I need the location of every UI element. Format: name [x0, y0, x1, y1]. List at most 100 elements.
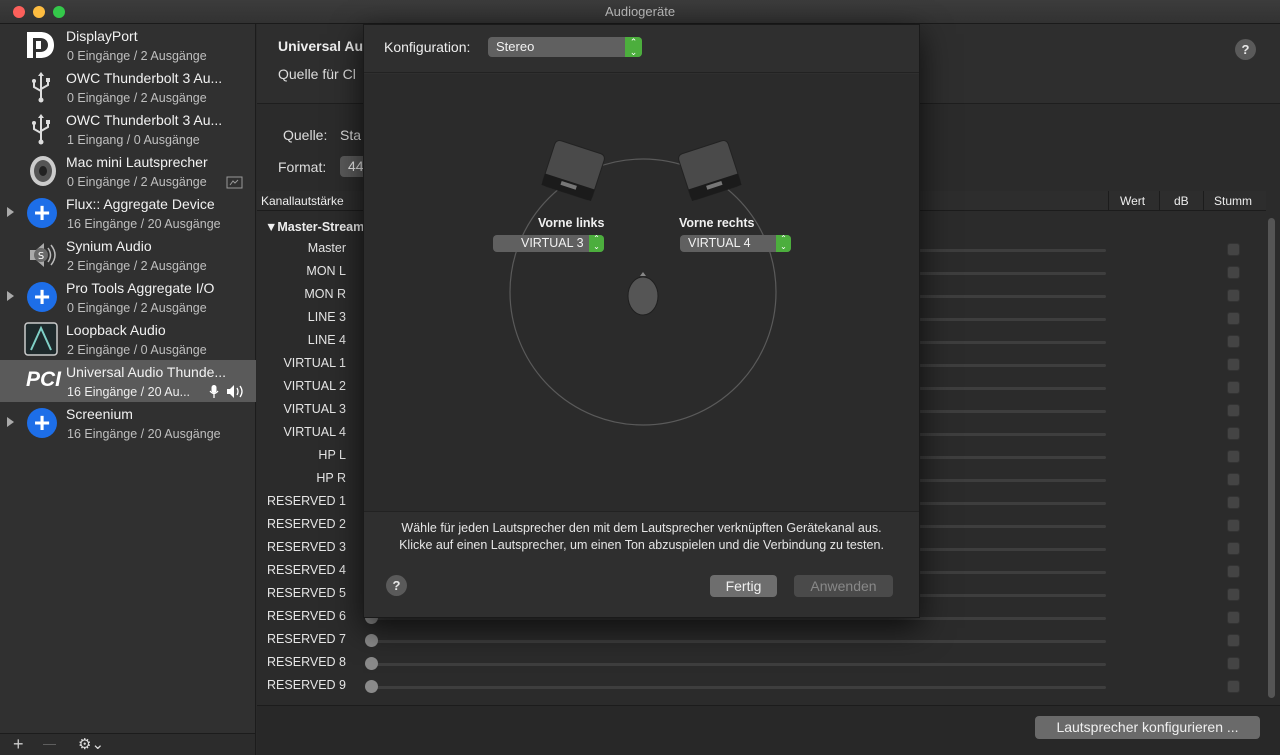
channel-label: VIRTUAL 2: [283, 379, 346, 393]
configuration-label: Konfiguration:: [384, 39, 471, 55]
usb-icon: [24, 112, 58, 146]
device-item-mac-mini-speaker[interactable]: Mac mini Lautsprecher 0 Eingänge / 2 Aus…: [0, 150, 256, 192]
instructions-line-2: Klicke auf einen Lautsprecher, um einen …: [399, 538, 884, 552]
select-arrows-icon: ⌃ ⌄: [589, 235, 604, 252]
close-window-button[interactable]: [13, 6, 25, 18]
disclosure-triangle-icon[interactable]: [7, 291, 14, 301]
channel-label: RESERVED 4: [267, 563, 346, 577]
mute-checkbox[interactable]: [1227, 542, 1240, 555]
channel-label: RESERVED 9: [267, 678, 346, 692]
front-right-channel-select[interactable]: VIRTUAL 4 ⌃ ⌄: [680, 235, 791, 252]
speaker-icon: [24, 154, 58, 188]
mute-checkbox[interactable]: [1227, 450, 1240, 463]
mute-checkbox[interactable]: [1227, 634, 1240, 647]
instructions-line-1: Wähle für jeden Lautsprecher den mit dem…: [401, 521, 882, 535]
device-io-count: 16 Eingänge / 20 Ausgänge: [67, 217, 221, 231]
pci-icon: PCI: [26, 368, 62, 391]
mute-checkbox[interactable]: [1227, 427, 1240, 440]
mute-checkbox[interactable]: [1227, 473, 1240, 486]
channel-label: RESERVED 5: [267, 586, 346, 600]
volume-slider-track[interactable]: [372, 686, 1106, 689]
device-name: Synium Audio: [66, 238, 152, 254]
mute-checkbox[interactable]: [1227, 243, 1240, 256]
front-left-channel-value: VIRTUAL 3: [521, 236, 584, 250]
select-arrows-icon: ⌃ ⌄: [625, 37, 642, 57]
front-left-speaker-icon: [541, 140, 605, 201]
device-item-synium-audio[interactable]: S Synium Audio 2 Eingänge / 2 Ausgänge: [0, 234, 256, 276]
channel-label: VIRTUAL 1: [283, 356, 346, 370]
device-item-displayport[interactable]: DisplayPort 0 Eingänge / 2 Ausgänge: [0, 24, 256, 66]
device-name: OWC Thunderbolt 3 Au...: [66, 70, 223, 86]
bottom-bar: Lautsprecher konfigurieren ...: [257, 705, 1280, 755]
remove-device-button[interactable]: —: [43, 736, 56, 751]
volume-slider-track[interactable]: [372, 640, 1106, 643]
volume-slider-knob[interactable]: [365, 634, 378, 647]
device-io-count: 2 Eingänge / 0 Ausgänge: [67, 343, 207, 357]
mute-checkbox[interactable]: [1227, 312, 1240, 325]
mute-checkbox[interactable]: [1227, 565, 1240, 578]
device-name: Mac mini Lautsprecher: [66, 154, 208, 170]
volume-slider-knob[interactable]: [365, 680, 378, 693]
mute-checkbox[interactable]: [1227, 588, 1240, 601]
device-name: DisplayPort: [66, 28, 138, 44]
source-value[interactable]: Sta: [340, 127, 361, 143]
device-item-loopback-audio[interactable]: Loopback Audio 2 Eingänge / 0 Ausgänge: [0, 318, 256, 360]
device-name: Loopback Audio: [66, 322, 166, 338]
configure-speakers-button[interactable]: Lautsprecher konfigurieren ...: [1035, 716, 1260, 739]
device-item-screenium[interactable]: + Screenium 16 Eingänge / 20 Ausgänge: [0, 402, 256, 444]
configuration-select[interactable]: Stereo ⌃ ⌄: [488, 37, 642, 57]
channel-label: RESERVED 8: [267, 655, 346, 669]
device-name: Pro Tools Aggregate I/O: [66, 280, 215, 296]
volume-slider-track[interactable]: [372, 663, 1106, 666]
svg-text:S: S: [38, 251, 44, 262]
volume-slider-knob[interactable]: [365, 657, 378, 670]
channel-label: VIRTUAL 4: [283, 425, 346, 439]
mute-checkbox[interactable]: [1227, 381, 1240, 394]
add-device-button[interactable]: +: [13, 734, 24, 755]
apply-button[interactable]: Anwenden: [794, 575, 893, 597]
sheet-header: Konfiguration: Stereo ⌃ ⌄: [364, 25, 919, 73]
channel-label: VIRTUAL 3: [283, 402, 346, 416]
mute-checkbox[interactable]: [1227, 335, 1240, 348]
mute-checkbox[interactable]: [1227, 657, 1240, 670]
mute-checkbox[interactable]: [1227, 519, 1240, 532]
channel-row: RESERVED 9: [257, 675, 1266, 698]
help-button[interactable]: ?: [1235, 39, 1256, 60]
window-title: Audiogeräte: [604, 4, 676, 19]
mute-checkbox[interactable]: [1227, 289, 1240, 302]
column-value: Wert: [1120, 194, 1146, 208]
sheet-help-button[interactable]: ?: [386, 575, 407, 596]
channel-label: LINE 4: [307, 333, 346, 347]
mute-checkbox[interactable]: [1227, 404, 1240, 417]
displayport-icon: [24, 28, 58, 62]
device-io-count: 0 Eingänge / 2 Ausgänge: [67, 175, 207, 189]
disclosure-triangle-icon[interactable]: [7, 207, 14, 217]
select-arrows-icon: ⌃ ⌄: [776, 235, 791, 252]
aggregate-plus-icon: +: [27, 408, 57, 438]
minimize-window-button[interactable]: [33, 6, 45, 18]
mute-checkbox[interactable]: [1227, 611, 1240, 624]
done-button[interactable]: Fertig: [710, 575, 777, 597]
synium-speaker-icon: S: [24, 238, 58, 272]
master-stream-group[interactable]: ▼Master-Stream: [265, 220, 364, 234]
channel-label: HP R: [316, 471, 346, 485]
device-item-flux-aggregate[interactable]: + Flux:: Aggregate Device 16 Eingänge / …: [0, 192, 256, 234]
device-item-owc-thunderbolt-out[interactable]: OWC Thunderbolt 3 Au... 0 Eingänge / 2 A…: [0, 66, 256, 108]
mute-checkbox[interactable]: [1227, 266, 1240, 279]
mute-checkbox[interactable]: [1227, 680, 1240, 693]
device-item-owc-thunderbolt-in[interactable]: OWC Thunderbolt 3 Au... 1 Eingang / 0 Au…: [0, 108, 256, 150]
device-item-pro-tools-aggregate[interactable]: + Pro Tools Aggregate I/O 0 Eingänge / 2…: [0, 276, 256, 318]
disclosure-triangle-icon[interactable]: [7, 417, 14, 427]
device-item-universal-audio[interactable]: PCI Universal Audio Thunde... 16 Eingäng…: [0, 360, 256, 402]
channel-label: LINE 3: [307, 310, 346, 324]
device-title: Universal Au: [278, 38, 364, 54]
mute-checkbox[interactable]: [1227, 358, 1240, 371]
mute-checkbox[interactable]: [1227, 496, 1240, 509]
zoom-window-button[interactable]: [53, 6, 65, 18]
channel-label: MON R: [304, 287, 346, 301]
gear-menu-button[interactable]: ⚙︎⌄: [78, 735, 104, 753]
scrollbar[interactable]: [1267, 214, 1276, 704]
front-left-channel-select[interactable]: VIRTUAL 3 ⌃ ⌄: [493, 235, 604, 252]
listener-head-icon: [627, 272, 659, 316]
front-left-label: Vorne links: [538, 216, 605, 230]
